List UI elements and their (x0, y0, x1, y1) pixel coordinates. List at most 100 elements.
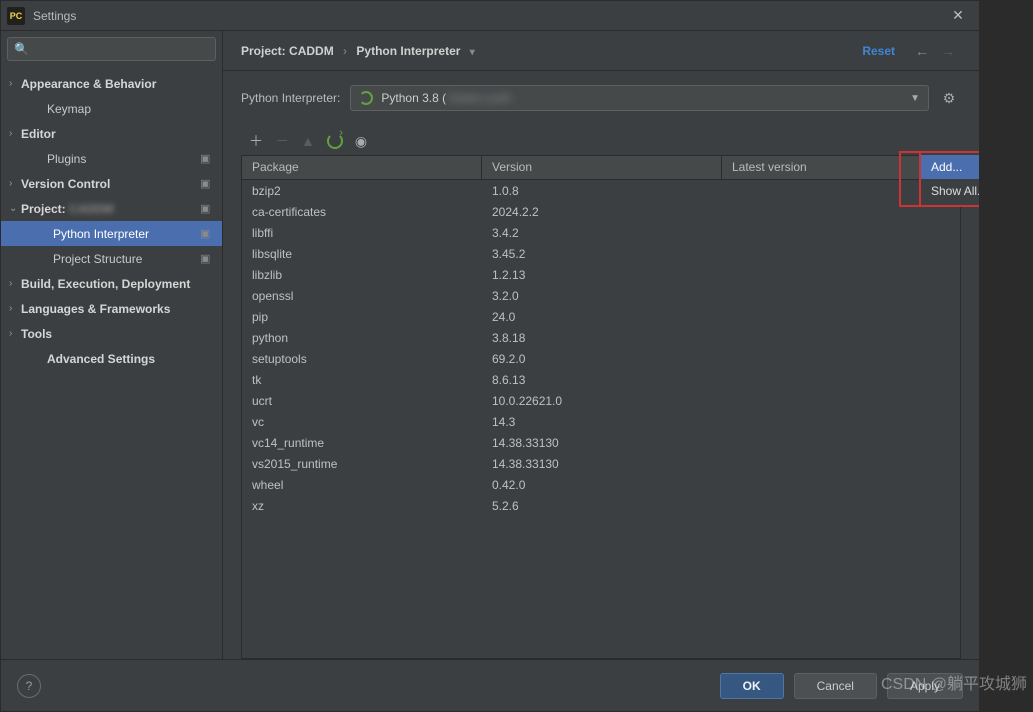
cell-package: vc (242, 413, 482, 431)
table-row[interactable]: vc14.3 (242, 411, 960, 432)
cell-package: ca-certificates (242, 203, 482, 221)
sidebar-item-tools[interactable]: ›Tools (1, 321, 222, 346)
sidebar-item-label: Plugins (47, 152, 200, 166)
sidebar-item-label: Appearance & Behavior (21, 77, 214, 91)
breadcrumb-project-name: CADDM (289, 44, 334, 58)
gear-icon[interactable]: ⚙ (937, 90, 961, 107)
project-scope-icon: ▣ (200, 177, 214, 190)
nav-forward-icon: → (935, 43, 961, 59)
interpreter-loading-icon (359, 91, 373, 105)
table-row[interactable]: ca-certificates2024.2.2 (242, 201, 960, 222)
menu-show-all[interactable]: Show All... (921, 179, 979, 203)
table-row[interactable]: openssl3.2.0 (242, 285, 960, 306)
cell-package: libffi (242, 224, 482, 242)
show-early-releases-icon[interactable]: ◉ (355, 133, 367, 150)
table-row[interactable]: pip24.0 (242, 306, 960, 327)
cell-latest (722, 315, 960, 319)
cell-package: tk (242, 371, 482, 389)
cell-latest (722, 210, 960, 214)
project-scope-icon: ▣ (200, 152, 214, 165)
cell-package: openssl (242, 287, 482, 305)
chevron-icon: › (9, 178, 21, 189)
window-title: Settings (33, 9, 943, 23)
sidebar-item-editor[interactable]: ›Editor (1, 121, 222, 146)
table-row[interactable]: vc14_runtime14.38.33130 (242, 432, 960, 453)
cell-latest (722, 294, 960, 298)
menu-add-interpreter[interactable]: Add... (921, 155, 979, 179)
cell-package: vc14_runtime (242, 434, 482, 452)
cell-latest (722, 273, 960, 277)
table-row[interactable]: libsqlite3.45.2 (242, 243, 960, 264)
reset-link[interactable]: Reset (862, 44, 909, 58)
project-scope-icon: ▣ (200, 252, 214, 265)
chevron-icon: › (9, 128, 21, 139)
chevron-icon: › (9, 78, 21, 89)
sidebar-item-label: Version Control (21, 177, 200, 191)
column-version[interactable]: Version (482, 156, 722, 179)
chevron-down-icon: ▼ (910, 93, 920, 104)
sidebar-item-build-execution-deployment[interactable]: ›Build, Execution, Deployment (1, 271, 222, 296)
cell-version: 5.2.6 (482, 497, 722, 515)
cell-package: wheel (242, 476, 482, 494)
add-package-icon[interactable]: ＋ (249, 131, 263, 151)
interpreter-gear-menu: Add... Show All... (919, 151, 979, 207)
search-input[interactable] (29, 42, 209, 56)
table-row[interactable]: libzlib1.2.13 (242, 264, 960, 285)
cell-version: 3.2.0 (482, 287, 722, 305)
cell-latest (722, 336, 960, 340)
nav-back-icon[interactable]: ← (909, 43, 935, 59)
cell-latest (722, 504, 960, 508)
sidebar-item-advanced-settings[interactable]: Advanced Settings (1, 346, 222, 371)
cell-version: 69.2.0 (482, 350, 722, 368)
sidebar-item-appearance-behavior[interactable]: ›Appearance & Behavior (1, 71, 222, 96)
sidebar-item-languages-frameworks[interactable]: ›Languages & Frameworks (1, 296, 222, 321)
cell-package: bzip2 (242, 182, 482, 200)
sidebar-item-project-[interactable]: ⌄Project: CADDM▣ (1, 196, 222, 221)
cancel-button[interactable]: Cancel (794, 673, 877, 699)
table-row[interactable]: bzip21.0.8 (242, 180, 960, 201)
ok-button[interactable]: OK (720, 673, 784, 699)
sidebar-item-keymap[interactable]: Keymap (1, 96, 222, 121)
breadcrumb-page: Python Interpreter (356, 44, 460, 58)
packages-table: Package Version Latest version ⟳ bzip21.… (241, 155, 961, 659)
cell-package: ucrt (242, 392, 482, 410)
sidebar-item-plugins[interactable]: Plugins▣ (1, 146, 222, 171)
search-box[interactable]: 🔍 (7, 37, 216, 61)
table-row[interactable]: python3.8.18 (242, 327, 960, 348)
cell-latest (722, 462, 960, 466)
close-icon[interactable]: ✕ (943, 7, 973, 24)
sidebar-item-version-control[interactable]: ›Version Control▣ (1, 171, 222, 196)
apply-button[interactable]: Apply (887, 673, 963, 699)
table-row[interactable]: vs2015_runtime14.38.33130 (242, 453, 960, 474)
sidebar-item-python-interpreter[interactable]: Python Interpreter▣ (1, 221, 222, 246)
sidebar-item-label: Tools (21, 327, 214, 341)
table-row[interactable]: libffi3.4.2 (242, 222, 960, 243)
sidebar-item-label: Languages & Frameworks (21, 302, 214, 316)
breadcrumb-dropdown-icon[interactable]: ▾ (464, 47, 475, 58)
table-row[interactable]: xz5.2.6 (242, 495, 960, 516)
cell-package: pip (242, 308, 482, 326)
sidebar-item-project-structure[interactable]: Project Structure▣ (1, 246, 222, 271)
cell-version: 10.0.22621.0 (482, 392, 722, 410)
sidebar-item-label: Python Interpreter (53, 227, 200, 241)
table-row[interactable]: wheel0.42.0 (242, 474, 960, 495)
table-row[interactable]: setuptools69.2.0 (242, 348, 960, 369)
breadcrumb: Project: CADDM › Python Interpreter ▾ (241, 44, 475, 58)
column-package[interactable]: Package (242, 156, 482, 179)
chevron-icon: › (9, 328, 21, 339)
interpreter-label: Python Interpreter: (241, 91, 350, 105)
cell-latest (722, 483, 960, 487)
sidebar-item-label: Project: CADDM (21, 202, 200, 216)
table-row[interactable]: tk8.6.13 (242, 369, 960, 390)
interpreter-name: Python 3.8 ( (381, 91, 446, 105)
interpreter-combobox[interactable]: Python 3.8 ( hidden-path ▼ (350, 85, 929, 111)
cell-version: 14.38.33130 (482, 434, 722, 452)
cell-latest (722, 231, 960, 235)
cell-package: libzlib (242, 266, 482, 284)
upgrade-package-icon: ▲ (301, 133, 315, 149)
reload-packages-icon[interactable] (327, 133, 343, 149)
table-row[interactable]: ucrt10.0.22621.0 (242, 390, 960, 411)
cell-latest (722, 252, 960, 256)
help-icon[interactable]: ? (17, 674, 41, 698)
cell-version: 0.42.0 (482, 476, 722, 494)
